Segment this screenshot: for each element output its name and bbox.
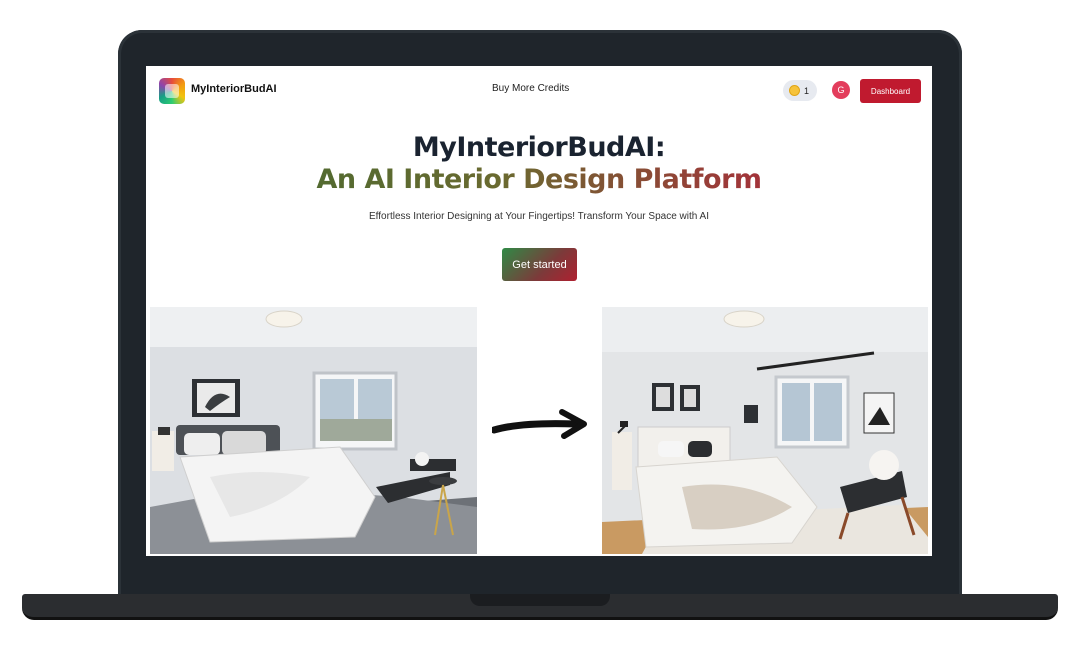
- coin-icon: [789, 85, 800, 96]
- browser-screen: MyInteriorBudAI Buy More Credits 1 G Das…: [146, 66, 932, 556]
- laptop-notch: [470, 594, 610, 606]
- dashboard-button[interactable]: Dashboard: [860, 79, 921, 103]
- app-logo-icon[interactable]: [159, 78, 185, 104]
- hero-tagline: Effortless Interior Designing at Your Fi…: [369, 211, 709, 222]
- right-arrow-icon: [490, 406, 592, 446]
- user-avatar[interactable]: G: [832, 81, 850, 99]
- credits-badge[interactable]: 1: [783, 80, 817, 101]
- hero-title: MyInteriorBudAI:: [412, 132, 666, 163]
- before-room-image: [150, 307, 477, 554]
- brand-name[interactable]: MyInteriorBudAI: [191, 83, 277, 95]
- get-started-button[interactable]: Get started: [502, 248, 577, 281]
- credit-count: 1: [804, 85, 810, 96]
- buy-credits-link[interactable]: Buy More Credits: [492, 83, 569, 94]
- after-room-image: [602, 307, 928, 554]
- navbar: MyInteriorBudAI Buy More Credits 1 G Das…: [146, 66, 932, 116]
- hero-subtitle: An AI Interior Design Platform: [146, 164, 932, 195]
